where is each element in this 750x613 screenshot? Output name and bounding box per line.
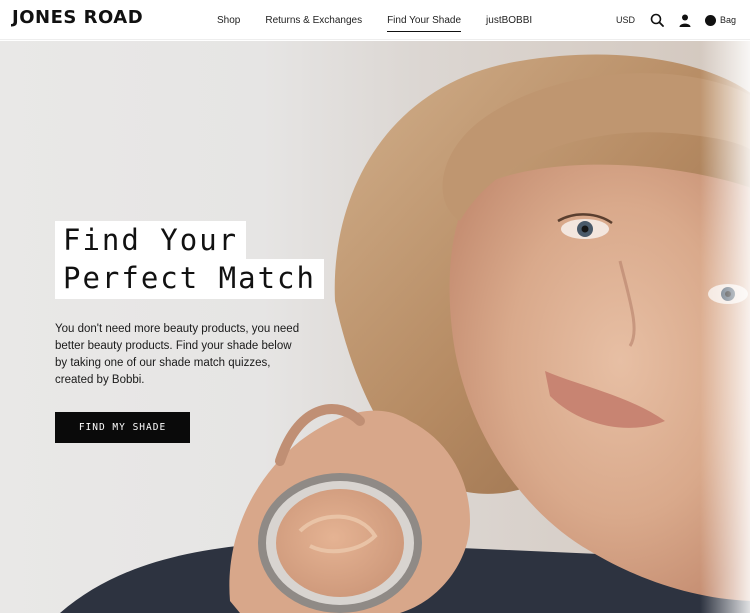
- search-icon[interactable]: [649, 12, 665, 28]
- nav-shop[interactable]: Shop: [217, 15, 240, 26]
- brand-logo[interactable]: JONES ROAD: [12, 7, 143, 28]
- hero-headline-line2: Perfect Match: [55, 259, 324, 299]
- bag-label: Bag: [719, 15, 736, 25]
- header-utilities: USD Bag: [616, 0, 736, 40]
- bag-icon: [704, 14, 716, 26]
- nav-returns-exchanges[interactable]: Returns & Exchanges: [265, 15, 362, 26]
- find-my-shade-button[interactable]: FIND MY SHADE: [55, 412, 190, 443]
- main-nav: Shop Returns & Exchanges Find Your Shade…: [217, 0, 557, 40]
- nav-find-your-shade[interactable]: Find Your Shade: [387, 15, 461, 32]
- user-icon[interactable]: [677, 12, 693, 28]
- hero-section: Find Your Perfect Match You don't need m…: [0, 41, 750, 613]
- hero-intro-text: You don't need more beauty products, you…: [55, 323, 300, 386]
- site-header: JONES ROAD Shop Returns & Exchanges Find…: [0, 0, 750, 40]
- nav-justbobbi[interactable]: justBOBBI: [486, 15, 532, 26]
- currency-selector[interactable]: USD: [616, 15, 635, 25]
- hero-headline-line1: Find Your: [55, 221, 247, 261]
- bag-button[interactable]: Bag: [704, 14, 736, 26]
